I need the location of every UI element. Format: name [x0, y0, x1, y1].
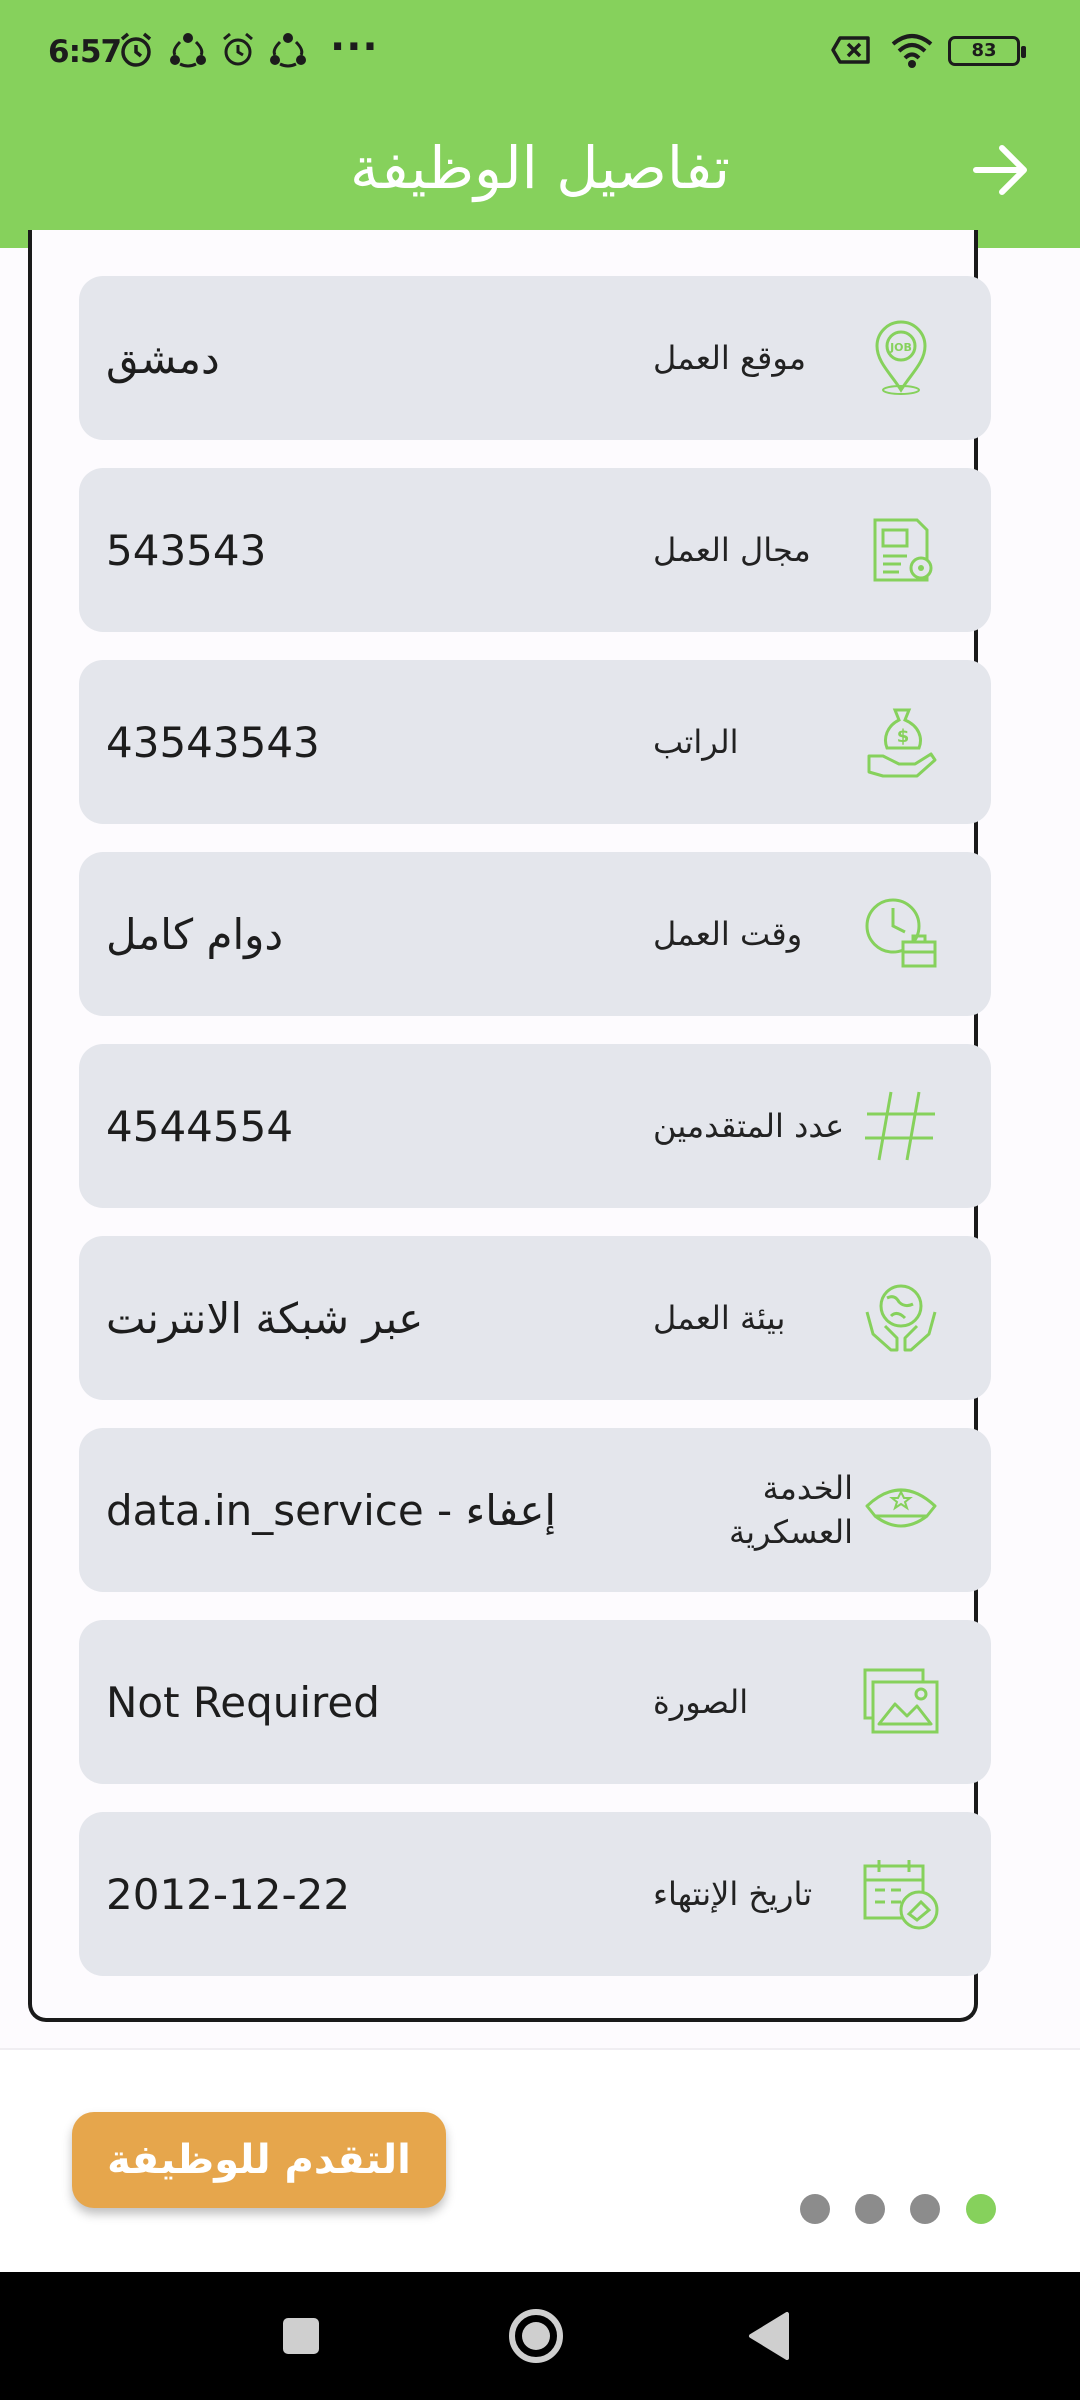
detail-value-text: 43543543 [106, 717, 320, 767]
job-details-panel: JOB موقع العمل دمشق مجال العمل 543543 $ … [28, 230, 991, 2022]
svg-text:$: $ [897, 726, 910, 747]
detail-label: موقع العمل [653, 339, 806, 377]
detail-value: 43543543 [106, 660, 626, 824]
app-header: 6:57 ··· 83 تفاصيل الوظيفة [0, 0, 1080, 248]
system-nav-bar [0, 2272, 1080, 2400]
military-cap-icon [865, 1488, 937, 1528]
page-title: تفاصيل الوظيفة [349, 134, 731, 202]
calendar-icon [863, 1860, 939, 1930]
share-icon [170, 33, 206, 68]
status-time: 6:57 [48, 34, 122, 70]
detail-value: 4544554 [106, 1044, 626, 1208]
detail-value: 543543 [106, 468, 626, 632]
detail-row-environment: بيئة العمل عبر شبكة الانترنت [79, 1236, 991, 1400]
detail-value-text: Not Required [106, 1677, 380, 1727]
page-dot-active[interactable] [966, 2194, 996, 2224]
work-field-icon [873, 518, 933, 582]
detail-value-text: 2012-12-22 [106, 1869, 351, 1919]
hashtag-icon [865, 1091, 935, 1161]
detail-label: عدد المتقدمين [653, 1107, 845, 1145]
bottom-action-bar: التقدم للوظيفة [0, 2048, 1080, 2272]
work-time-icon [865, 898, 937, 968]
detail-label: تاريخ الإنتهاء [653, 1875, 813, 1913]
sim-off-icon [831, 36, 870, 64]
detail-row-work-field: مجال العمل 543543 [79, 468, 991, 632]
wifi-icon [891, 34, 933, 68]
page-dot[interactable] [855, 2194, 885, 2224]
detail-row-salary: $ الراتب 43543543 [79, 660, 991, 824]
detail-value-text: دمشق [106, 333, 220, 383]
detail-value: إعفاء - data.in_service [106, 1428, 626, 1592]
detail-label: الراتب [653, 723, 739, 761]
detail-label: وقت العمل [653, 915, 803, 953]
page-dot[interactable] [910, 2194, 940, 2224]
salary-icon: $ [867, 708, 937, 778]
detail-value-text: 4544554 [106, 1101, 294, 1151]
detail-value-text: عبر شبكة الانترنت [106, 1293, 424, 1343]
back-triangle-icon[interactable] [735, 2300, 807, 2372]
detail-label: مجال العمل [653, 531, 811, 569]
detail-row-photo: الصورة Not Required [79, 1620, 991, 1784]
detail-row-expiry: تاريخ الإنتهاء 2012-12-22 [79, 1812, 991, 1976]
detail-row-applicants: عدد المتقدمين 4544554 [79, 1044, 991, 1208]
detail-row-location: JOB موقع العمل دمشق [79, 276, 991, 440]
detail-label: الخدمة العسكرية [728, 1469, 853, 1551]
globe-hands-icon [865, 1284, 937, 1352]
more-notifications-icon: ··· [330, 24, 379, 70]
image-icon [863, 1668, 939, 1734]
detail-label: بيئة العمل [653, 1299, 786, 1337]
home-circle-icon[interactable] [500, 2300, 572, 2372]
alarm-icon [120, 32, 152, 67]
arrow-right-icon[interactable] [966, 138, 1036, 202]
job-location-icon: JOB [875, 320, 927, 395]
detail-value: 2012-12-22 [106, 1812, 626, 1976]
detail-value: دوام كامل [106, 852, 626, 1016]
detail-label: الصورة [653, 1683, 749, 1721]
apply-job-button[interactable]: التقدم للوظيفة [72, 2112, 446, 2208]
detail-value: عبر شبكة الانترنت [106, 1236, 626, 1400]
detail-value: دمشق [106, 276, 626, 440]
detail-row-work-time: وقت العمل دوام كامل [79, 852, 991, 1016]
recents-square-icon[interactable] [265, 2300, 337, 2372]
alarm-icon [223, 32, 253, 66]
detail-value-text: دوام كامل [106, 909, 284, 959]
status-bar: 6:57 ··· 83 [0, 0, 1080, 104]
detail-row-military: الخدمة العسكرية إعفاء - data.in_service [79, 1428, 991, 1592]
detail-value: Not Required [106, 1620, 626, 1784]
svg-text:JOB: JOB [889, 341, 912, 354]
page-dot[interactable] [800, 2194, 830, 2224]
share-icon [270, 33, 306, 68]
battery-icon: 83 [948, 36, 1026, 66]
detail-value-text: 543543 [106, 525, 267, 575]
battery-level: 83 [971, 40, 997, 61]
detail-value-text: إعفاء - data.in_service [106, 1485, 557, 1535]
